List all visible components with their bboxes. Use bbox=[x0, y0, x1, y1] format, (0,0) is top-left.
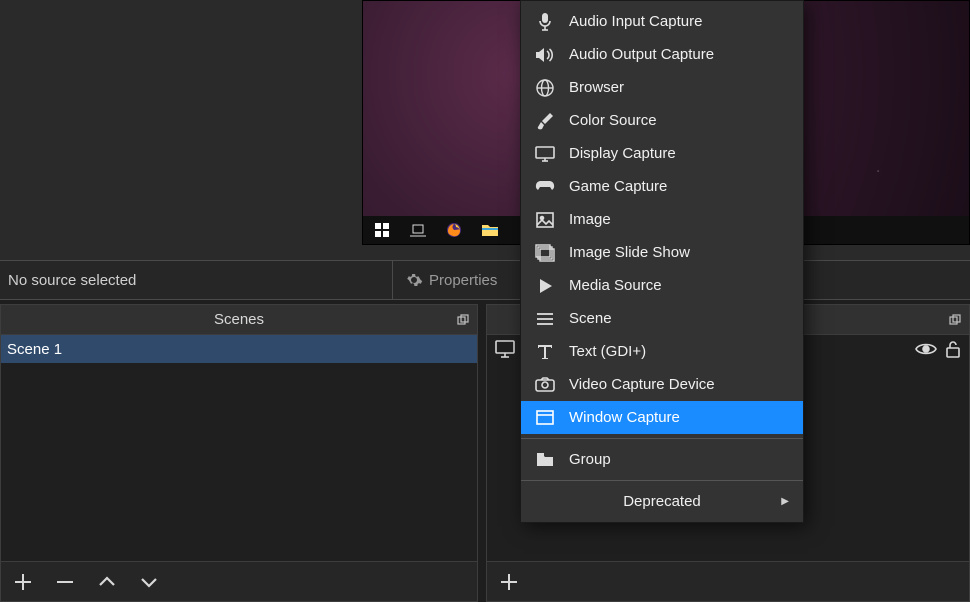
add-source-button[interactable] bbox=[497, 570, 521, 594]
folder-icon bbox=[535, 450, 555, 470]
menu-item-label: Group bbox=[569, 451, 611, 468]
move-scene-up-button[interactable] bbox=[95, 570, 119, 594]
menu-item-label: Text (GDI+) bbox=[569, 343, 646, 360]
menu-item-group[interactable]: Group bbox=[521, 443, 803, 476]
menu-item-video-capture-device[interactable]: Video Capture Device bbox=[521, 368, 803, 401]
image-icon bbox=[535, 210, 555, 230]
popout-icon[interactable] bbox=[455, 312, 471, 328]
menu-item-label: Image bbox=[569, 211, 611, 228]
menu-item-color-source[interactable]: Color Source bbox=[521, 104, 803, 137]
menu-item-label: Color Source bbox=[569, 112, 657, 129]
mic-icon bbox=[535, 12, 555, 32]
menu-item-label: Deprecated bbox=[623, 493, 701, 510]
menu-item-image[interactable]: Image bbox=[521, 203, 803, 236]
menu-item-browser[interactable]: Browser bbox=[521, 71, 803, 104]
brush-icon bbox=[535, 111, 555, 131]
menu-item-label: Display Capture bbox=[569, 145, 676, 162]
add-source-context-menu[interactable]: Audio Input Capture Audio Output Capture… bbox=[520, 0, 804, 523]
firefox-icon bbox=[445, 221, 463, 239]
menu-item-label: Media Source bbox=[569, 277, 662, 294]
properties-bar: No source selected Properties bbox=[0, 260, 970, 300]
camera-icon bbox=[535, 375, 555, 395]
scenes-list[interactable]: Scene 1 bbox=[1, 335, 477, 561]
speaker-icon bbox=[535, 45, 555, 65]
properties-label: Properties bbox=[429, 272, 497, 289]
menu-item-media-source[interactable]: Media Source bbox=[521, 269, 803, 302]
menu-item-window-capture[interactable]: Window Capture bbox=[521, 401, 803, 434]
lock-icon[interactable] bbox=[945, 340, 961, 358]
scenes-panel: Scenes Scene 1 bbox=[0, 304, 478, 602]
menu-item-display-capture[interactable]: Display Capture bbox=[521, 137, 803, 170]
menu-item-audio-input-capture[interactable]: Audio Input Capture bbox=[521, 5, 803, 38]
menu-separator bbox=[521, 438, 803, 439]
panels-row: Scenes Scene 1 So bbox=[0, 300, 970, 602]
menu-item-scene[interactable]: Scene bbox=[521, 302, 803, 335]
gear-icon bbox=[405, 271, 423, 289]
globe-icon bbox=[535, 78, 555, 98]
play-icon bbox=[535, 276, 555, 296]
text-icon bbox=[535, 342, 555, 362]
add-scene-button[interactable] bbox=[11, 570, 35, 594]
menu-item-image-slide-show[interactable]: Image Slide Show bbox=[521, 236, 803, 269]
no-source-selected-label: No source selected bbox=[0, 272, 392, 289]
menu-item-label: Browser bbox=[569, 79, 624, 96]
menu-item-label: Scene bbox=[569, 310, 612, 327]
task-view-icon bbox=[409, 221, 427, 239]
menu-item-text-gdi[interactable]: Text (GDI+) bbox=[521, 335, 803, 368]
slideshow-icon bbox=[535, 243, 555, 263]
scene-item[interactable]: Scene 1 bbox=[1, 335, 477, 363]
menu-item-label: Audio Input Capture bbox=[569, 13, 702, 30]
popout-icon[interactable] bbox=[947, 312, 963, 328]
menu-item-deprecated[interactable]: Deprecated ▶ bbox=[521, 485, 803, 518]
menu-item-audio-output-capture[interactable]: Audio Output Capture bbox=[521, 38, 803, 71]
file-explorer-icon bbox=[481, 221, 499, 239]
menu-item-label: Video Capture Device bbox=[569, 376, 715, 393]
move-scene-down-button[interactable] bbox=[137, 570, 161, 594]
scenes-toolbar bbox=[1, 561, 477, 601]
menu-separator bbox=[521, 480, 803, 481]
sources-toolbar bbox=[487, 561, 969, 601]
menu-item-label: Window Capture bbox=[569, 409, 680, 426]
monitor-icon bbox=[535, 144, 555, 164]
list-icon bbox=[535, 309, 555, 329]
menu-item-label: Audio Output Capture bbox=[569, 46, 714, 63]
preview-area bbox=[0, 0, 970, 260]
menu-item-game-capture[interactable]: Game Capture bbox=[521, 170, 803, 203]
submenu-arrow-icon: ▶ bbox=[781, 496, 789, 507]
scenes-header: Scenes bbox=[1, 305, 477, 335]
menu-item-label: Game Capture bbox=[569, 178, 667, 195]
gamepad-icon bbox=[535, 177, 555, 197]
visibility-icon[interactable] bbox=[915, 341, 937, 357]
scenes-title: Scenes bbox=[214, 311, 264, 328]
scene-item-label: Scene 1 bbox=[7, 341, 62, 358]
remove-scene-button[interactable] bbox=[53, 570, 77, 594]
properties-button[interactable]: Properties bbox=[393, 271, 509, 289]
menu-item-label: Image Slide Show bbox=[569, 244, 690, 261]
monitor-icon bbox=[495, 340, 515, 358]
window-icon bbox=[535, 408, 555, 428]
windows-start-icon bbox=[373, 221, 391, 239]
